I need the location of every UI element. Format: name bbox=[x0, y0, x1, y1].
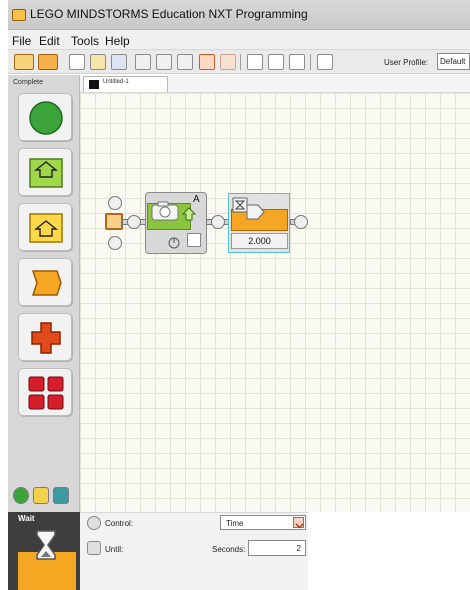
comment-tool-icon[interactable] bbox=[289, 54, 305, 70]
data-block-icon[interactable] bbox=[18, 313, 72, 361]
nxt-window-icon[interactable] bbox=[38, 54, 58, 70]
common-block-icon[interactable] bbox=[18, 93, 72, 141]
sequence-port-top bbox=[108, 196, 122, 210]
motor-direction-icon bbox=[181, 207, 197, 221]
sequence-beam-end-port bbox=[294, 215, 308, 229]
custom-palette-icon[interactable] bbox=[317, 54, 333, 70]
advanced-block-icon[interactable] bbox=[18, 368, 72, 416]
copy-icon[interactable] bbox=[156, 54, 172, 70]
power-icon bbox=[167, 236, 181, 249]
toolbar-separator bbox=[310, 54, 311, 70]
flow-block-icon bbox=[31, 270, 62, 296]
user-profile-label: User Profile: bbox=[384, 58, 429, 67]
data-block-icon bbox=[31, 322, 61, 354]
seconds-input[interactable]: 2 bbox=[248, 540, 306, 556]
pointer-tool-icon[interactable] bbox=[247, 54, 263, 70]
open-folder-icon[interactable] bbox=[90, 54, 106, 70]
redo-icon[interactable] bbox=[220, 54, 236, 70]
pan-tool-icon[interactable] bbox=[268, 54, 284, 70]
sensor-block-icon bbox=[29, 213, 63, 243]
config-block-title: Wait bbox=[18, 514, 35, 523]
custom-palette-tab[interactable] bbox=[53, 487, 69, 504]
action-block-icon[interactable] bbox=[18, 148, 72, 196]
complete-palette-tab[interactable] bbox=[33, 487, 49, 504]
control-icon bbox=[87, 516, 101, 530]
sequence-beam-port bbox=[127, 215, 141, 229]
program-canvas[interactable] bbox=[80, 93, 470, 512]
start-point-icon[interactable] bbox=[105, 213, 123, 230]
undo-icon[interactable] bbox=[199, 54, 215, 70]
control-label: Control: bbox=[105, 519, 134, 528]
wait-timer-icon bbox=[232, 197, 266, 229]
menu-file[interactable]: File bbox=[12, 34, 31, 48]
until-label: Until: bbox=[105, 545, 124, 554]
until-hourglass-icon bbox=[87, 541, 101, 555]
mini-program-icon[interactable] bbox=[14, 54, 34, 70]
chevron-down-icon[interactable] bbox=[293, 517, 304, 529]
wait-block-value: 2.000 bbox=[231, 233, 288, 249]
paste-icon[interactable] bbox=[177, 54, 193, 70]
cut-icon[interactable] bbox=[135, 54, 151, 70]
window-title: LEGO MINDSTORMS Education NXT Programmin… bbox=[30, 7, 308, 21]
document-tab-label: Untitled-1 bbox=[103, 79, 129, 85]
motor-move-icon bbox=[150, 199, 182, 223]
document-icon bbox=[89, 80, 99, 89]
sequence-port-bottom bbox=[108, 236, 122, 250]
motor-port-label: A bbox=[193, 194, 200, 205]
save-icon[interactable] bbox=[111, 54, 127, 70]
config-empty-area bbox=[308, 512, 470, 590]
duration-checkbox bbox=[187, 233, 201, 247]
toolbar-separator bbox=[240, 54, 241, 70]
control-select-value: Time bbox=[226, 519, 244, 528]
menu-tools[interactable]: Tools bbox=[71, 34, 99, 48]
sensor-block-icon[interactable] bbox=[18, 203, 72, 251]
new-file-icon[interactable] bbox=[69, 54, 85, 70]
sequence-beam-port bbox=[211, 215, 225, 229]
menu-help[interactable]: Help bbox=[105, 34, 130, 48]
nxt-app-icon bbox=[12, 9, 26, 21]
flow-block-icon[interactable] bbox=[18, 258, 72, 306]
common-palette-tab[interactable] bbox=[13, 487, 29, 504]
action-block-icon bbox=[29, 158, 63, 188]
advanced-block-icon bbox=[28, 376, 64, 410]
seconds-label: Seconds: bbox=[212, 545, 246, 554]
palette-title: Complete bbox=[13, 79, 43, 86]
hourglass-icon bbox=[32, 529, 60, 561]
menu-edit[interactable]: Edit bbox=[39, 34, 60, 48]
user-profile-select[interactable]: Default bbox=[437, 53, 470, 70]
common-block-icon bbox=[29, 101, 63, 135]
